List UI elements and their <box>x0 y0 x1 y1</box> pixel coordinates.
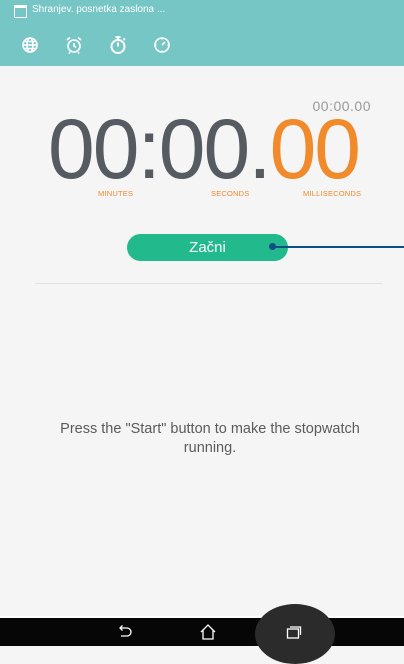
back-button[interactable] <box>113 622 137 642</box>
start-button[interactable]: Začni <box>127 234 288 261</box>
back-icon <box>119 625 132 637</box>
status-bar: Shranjev. posnetka zaslona ... <box>0 0 404 24</box>
tab-stopwatch[interactable] <box>100 28 136 62</box>
seconds-label: SECONDS <box>211 189 250 198</box>
milliseconds-label: MILLISECONDS <box>303 189 362 198</box>
stopwatch-icon <box>110 36 126 54</box>
tab-bar <box>0 28 404 62</box>
home-icon <box>200 624 216 640</box>
screenshot-icon <box>14 5 27 18</box>
callout-dot <box>269 243 276 250</box>
home-button[interactable] <box>196 622 220 642</box>
separator-dot: . <box>248 102 271 196</box>
globe-icon <box>22 37 38 53</box>
notification-text: Shranjev. posnetka zaslona ... <box>32 4 166 15</box>
tab-timer[interactable] <box>144 28 180 62</box>
milliseconds-value: 00 <box>269 102 361 196</box>
minutes-label: MINUTES <box>98 189 134 198</box>
minutes-value: 00 <box>48 102 139 196</box>
tab-alarm[interactable] <box>56 28 92 62</box>
seconds-value: 00 <box>158 102 250 196</box>
tab-world-clock[interactable] <box>12 28 48 62</box>
hint-text: Press the "Start" button to make the sto… <box>60 421 360 456</box>
recent-apps-button[interactable] <box>282 622 306 642</box>
app-header: Shranjev. posnetka zaslona ... <box>0 0 404 66</box>
timer-icon <box>154 37 170 53</box>
stopwatch-display: 00:00.00 <box>48 107 361 191</box>
separator-colon: : <box>137 102 160 196</box>
divider <box>35 283 382 284</box>
alarm-clock-icon <box>66 36 82 54</box>
recent-apps-icon <box>286 626 302 639</box>
navigation-bar <box>0 604 404 664</box>
callout-line <box>274 246 404 248</box>
